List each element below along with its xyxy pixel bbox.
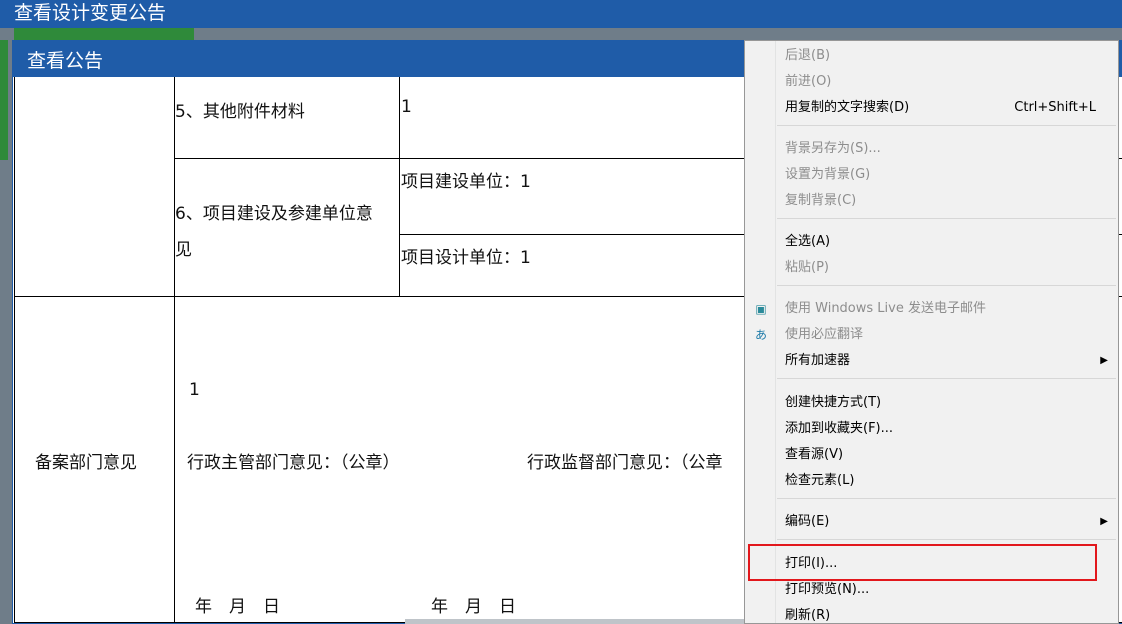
- left-edge-strip: [0, 40, 8, 160]
- menu-item-select-all[interactable]: 全选(A): [745, 229, 1118, 255]
- menu-separator: [777, 285, 1116, 286]
- menu-item-back[interactable]: 后退(B): [745, 43, 1118, 69]
- table-border-left: [14, 77, 15, 623]
- menu-separator: [777, 539, 1116, 540]
- menu-item-encoding[interactable]: 编码(E) ▶: [745, 509, 1118, 535]
- design-unit-label: 项目设计单位：: [401, 248, 520, 268]
- menu-item-bing-translate[interactable]: あ 使用必应翻译: [745, 322, 1118, 348]
- windows-live-mail-icon: ▣: [755, 302, 767, 316]
- menu-item-create-shortcut[interactable]: 创建快捷方式(T): [745, 390, 1118, 416]
- admin-dept-opinion: 行政主管部门意见：（公章）: [187, 453, 400, 473]
- construction-unit-value: 1: [520, 172, 531, 192]
- construction-unit-label: 项目建设单位：: [401, 172, 520, 192]
- menu-item-paste[interactable]: 粘贴(P): [745, 255, 1118, 281]
- menu-separator: [777, 218, 1116, 219]
- bing-translate-icon: あ: [754, 328, 767, 342]
- row6-label-line1: 6、项目建设及参建单位意: [175, 204, 373, 224]
- context-menu: 后退(B) 前进(O) 用复制的文字搜索(D) Ctrl+Shift+L 背景另存…: [744, 40, 1119, 624]
- supervision-dept-opinion: 行政监督部门意见：（公章: [527, 453, 723, 473]
- table-col-divider-2: [399, 77, 400, 297]
- design-unit-value: 1: [520, 248, 531, 268]
- horizontal-scrollbar[interactable]: [405, 619, 745, 624]
- row5-value: 1: [401, 97, 412, 117]
- menu-item-refresh[interactable]: 刷新(R): [745, 603, 1118, 623]
- menu-item-set-background[interactable]: 设置为背景(G): [745, 162, 1118, 188]
- menu-item-inspect-element[interactable]: 检查元素(L): [745, 468, 1118, 494]
- window-tab-strip: [14, 28, 194, 40]
- filing-value: 1: [189, 380, 200, 400]
- design-unit-field: 项目设计单位：1: [401, 243, 531, 268]
- menu-item-view-source[interactable]: 查看源(V): [745, 442, 1118, 468]
- row6-label-line2: 见: [175, 240, 192, 260]
- menu-separator: [777, 125, 1116, 126]
- menu-item-save-background[interactable]: 背景另存为(S)...: [745, 136, 1118, 162]
- menu-item-email-windows-live[interactable]: ▣ 使用 Windows Live 发送电子邮件: [745, 296, 1118, 322]
- print-highlight-box: [748, 544, 1097, 581]
- row5-label: 5、其他附件材料: [175, 102, 305, 122]
- filing-dept-label: 备案部门意见: [35, 453, 137, 473]
- construction-unit-field: 项目建设单位：1: [401, 167, 531, 192]
- menu-item-copy-background[interactable]: 复制背景(C): [745, 188, 1118, 214]
- menu-item-all-accelerators[interactable]: 所有加速器 ▶: [745, 348, 1118, 374]
- date-2: 年 月 日: [431, 597, 516, 617]
- menu-separator: [777, 498, 1116, 499]
- menu-item-search-copied-text[interactable]: 用复制的文字搜索(D) Ctrl+Shift+L: [745, 95, 1118, 121]
- menu-item-add-to-favorites[interactable]: 添加到收藏夹(F)...: [745, 416, 1118, 442]
- menu-item-forward[interactable]: 前进(O): [745, 69, 1118, 95]
- submenu-arrow-icon: ▶: [1100, 355, 1108, 366]
- submenu-arrow-icon: ▶: [1100, 516, 1108, 527]
- window-title: 查看设计变更公告: [0, 0, 1122, 28]
- date-1: 年 月 日: [195, 597, 280, 617]
- menu-separator: [777, 378, 1116, 379]
